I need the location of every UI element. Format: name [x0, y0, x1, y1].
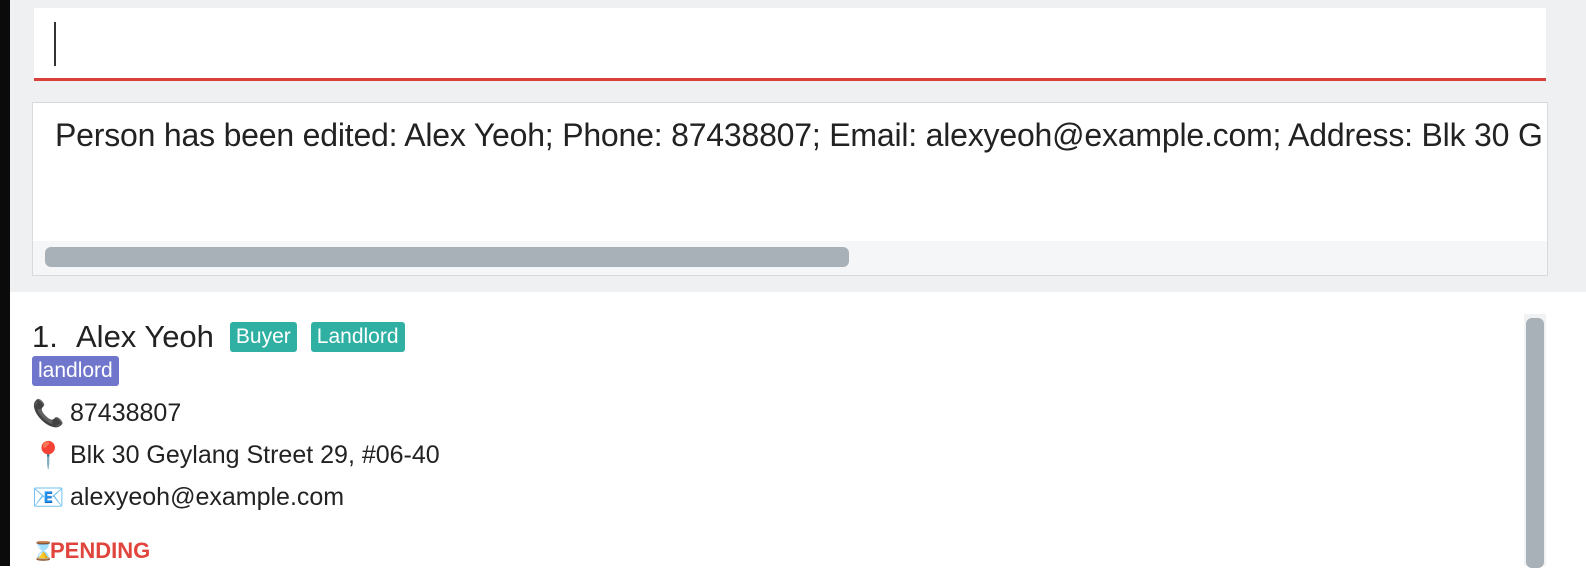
address-row: 📍 Blk 30 Geylang Street 29, #06-40	[32, 440, 440, 470]
tag-landlord-secondary: landlord	[32, 356, 119, 386]
horizontal-scrollbar[interactable]	[33, 241, 1547, 275]
hourglass-icon: ⌛	[32, 540, 55, 561]
person-header: 1. Alex Yeoh Buyer Landlord	[32, 319, 419, 354]
email-row: 📧 alexyeoh@example.com	[32, 482, 344, 512]
phone-icon: 📞	[32, 398, 65, 428]
vertical-scrollbar[interactable]	[1524, 314, 1546, 568]
command-input[interactable]	[34, 8, 1546, 81]
secondary-tag-row: landlord	[32, 356, 133, 386]
text-caret	[54, 22, 56, 66]
window-left-edge	[0, 0, 10, 566]
horizontal-scrollbar-thumb[interactable]	[45, 247, 849, 267]
command-box-container	[10, 4, 1586, 90]
envelope-icon: 📧	[32, 482, 65, 512]
result-display[interactable]: Person has been edited: Alex Yeoh; Phone…	[32, 102, 1548, 276]
vertical-scrollbar-thumb[interactable]	[1526, 318, 1544, 568]
result-message: Person has been edited: Alex Yeoh; Phone…	[55, 117, 1543, 153]
address-value: Blk 30 Geylang Street 29, #06-40	[70, 440, 440, 469]
tag-buyer: Buyer	[229, 322, 297, 352]
person-list: 1. Alex Yeoh Buyer Landlord landlord 📞 8…	[10, 292, 1586, 568]
person-name: Alex Yeoh	[76, 319, 214, 354]
phone-value: 87438807	[70, 398, 182, 427]
map-pin-icon: 📍	[32, 440, 65, 470]
person-card[interactable]: 1. Alex Yeoh Buyer Landlord landlord 📞 8…	[32, 312, 1512, 572]
phone-row: 📞 87438807	[32, 398, 181, 428]
person-index: 1.	[32, 319, 58, 354]
status-text: PENDING	[50, 538, 151, 563]
tag-landlord: Landlord	[310, 322, 405, 352]
status-badge: ⌛ PENDING	[32, 538, 150, 564]
email-value: alexyeoh@example.com	[70, 482, 345, 511]
result-display-container: Person has been edited: Alex Yeoh; Phone…	[10, 94, 1586, 288]
